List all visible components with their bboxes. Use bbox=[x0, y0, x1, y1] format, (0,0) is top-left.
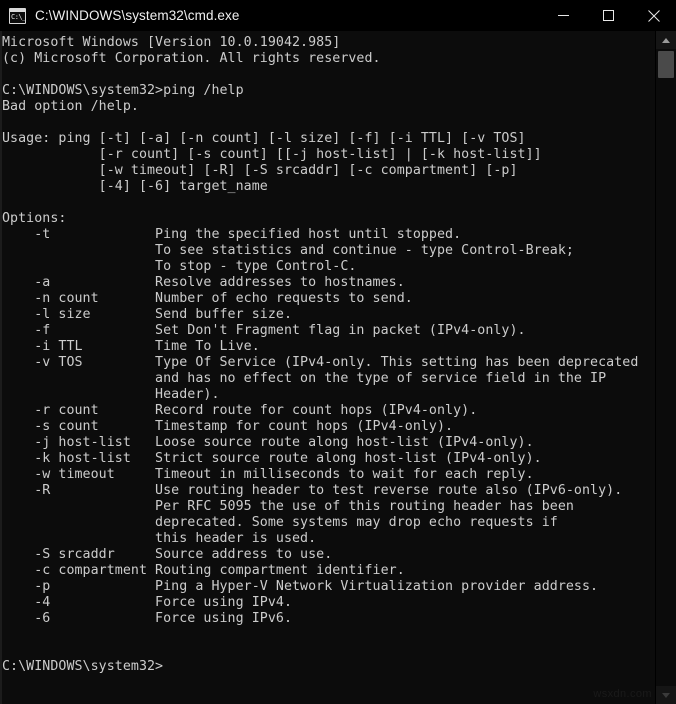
scrollbar-down-button[interactable] bbox=[656, 686, 676, 704]
console-output-region[interactable]: Microsoft Windows [Version 10.0.19042.98… bbox=[2, 31, 655, 704]
close-button[interactable] bbox=[631, 0, 676, 31]
maximize-icon bbox=[603, 10, 614, 21]
minimize-button[interactable] bbox=[541, 0, 586, 31]
cmd-console-icon: C:\_ bbox=[9, 7, 26, 24]
scrollbar-thumb[interactable] bbox=[658, 51, 674, 78]
console-scrollbar[interactable] bbox=[655, 31, 676, 704]
cmd-window: C:\_ C:\WINDOWS\system32\cmd.exe Microso… bbox=[0, 0, 676, 704]
scrollbar-up-button[interactable] bbox=[656, 31, 676, 49]
console-output-text: Microsoft Windows [Version 10.0.19042.98… bbox=[2, 35, 639, 674]
maximize-button[interactable] bbox=[586, 0, 631, 31]
cmd-console-icon-glyph: C:\_ bbox=[11, 12, 26, 21]
window-controls bbox=[541, 0, 676, 31]
chevron-down-icon bbox=[662, 692, 670, 698]
minimize-icon bbox=[558, 15, 569, 16]
close-icon bbox=[647, 9, 660, 22]
scrollbar-track[interactable] bbox=[656, 49, 676, 686]
title-bar[interactable]: C:\_ C:\WINDOWS\system32\cmd.exe bbox=[0, 0, 676, 31]
chevron-up-icon bbox=[662, 37, 670, 43]
window-title: C:\WINDOWS\system32\cmd.exe bbox=[35, 8, 240, 23]
console-area[interactable]: Microsoft Windows [Version 10.0.19042.98… bbox=[0, 31, 676, 704]
